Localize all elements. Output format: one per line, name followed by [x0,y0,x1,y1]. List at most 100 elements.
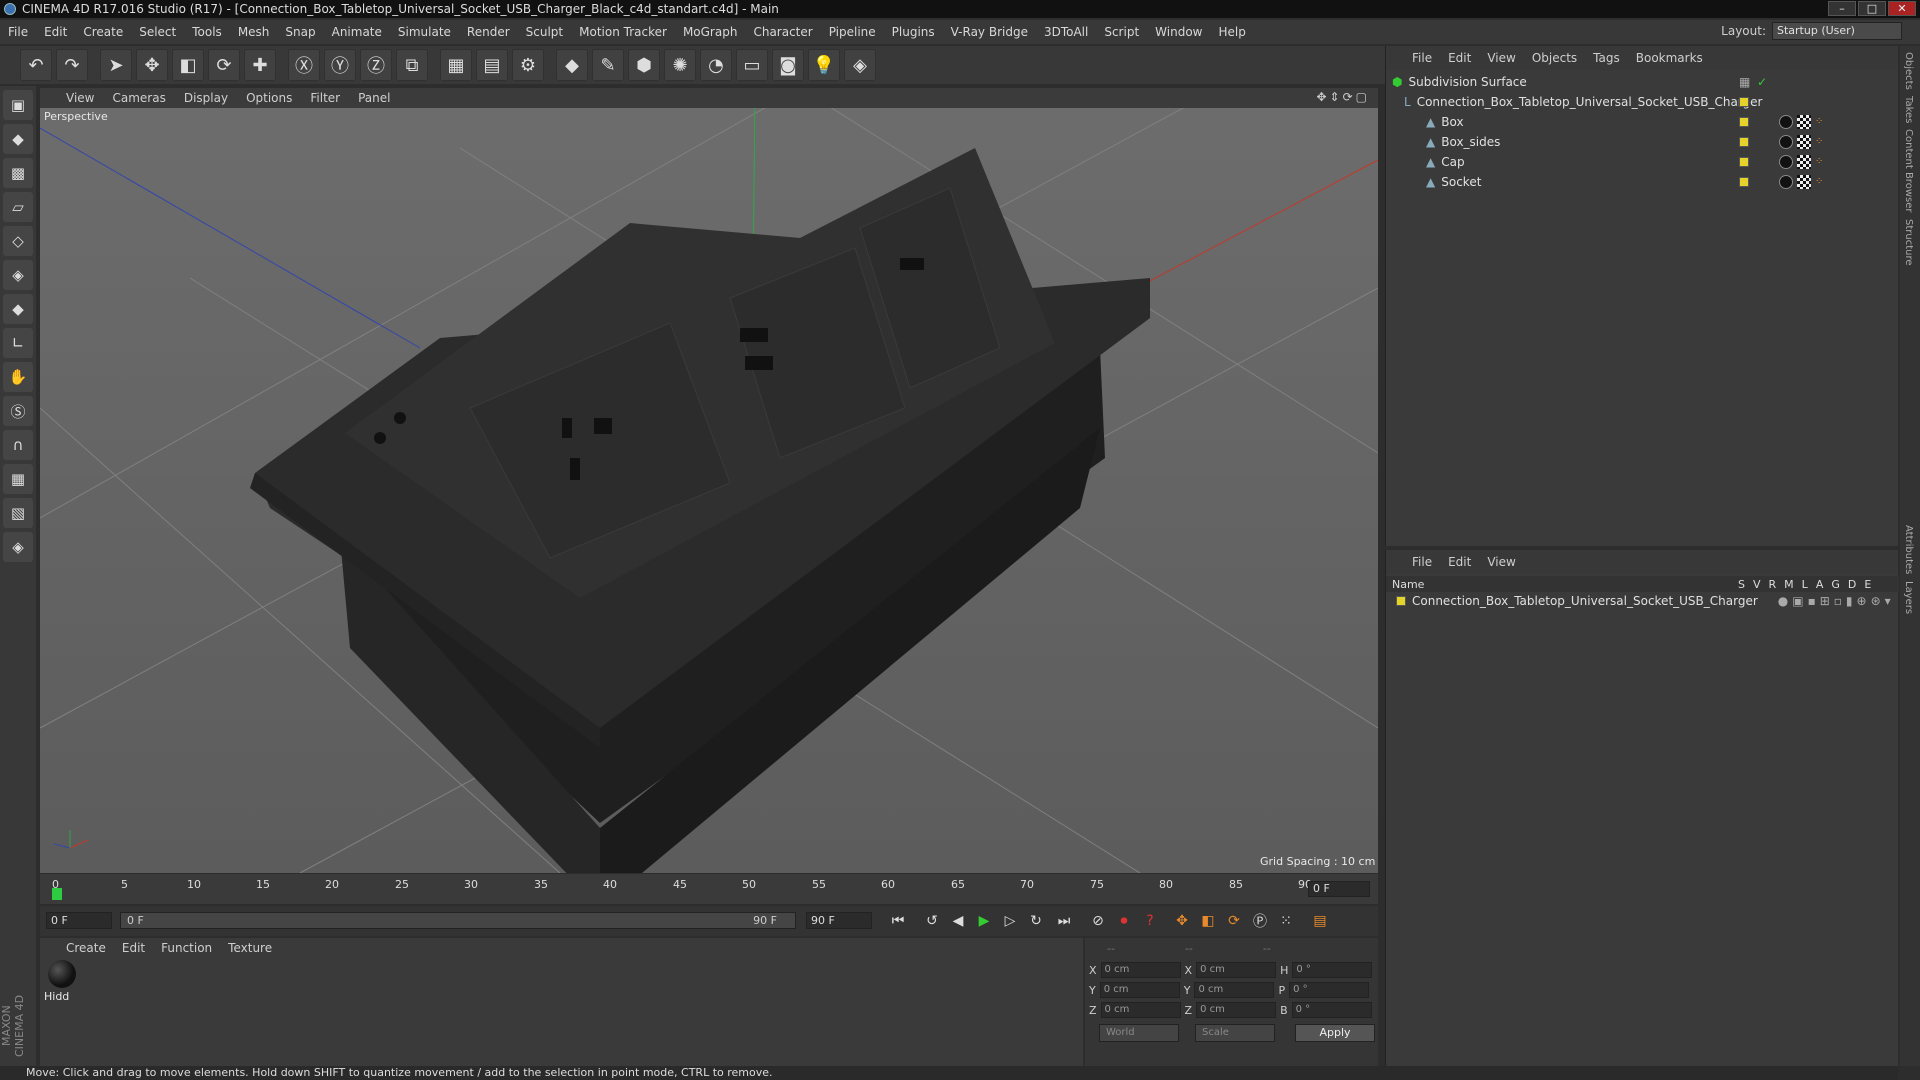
object-menu-edit[interactable]: Edit [1448,51,1471,65]
current-frame-field[interactable]: 0 F [1308,881,1370,897]
menu-file[interactable]: File [0,25,36,39]
move-tool-icon[interactable]: ✥ [136,49,168,81]
layer-menu-view[interactable]: View [1487,555,1515,569]
material-tag-icon[interactable] [1779,135,1793,149]
col-solo[interactable]: S [1738,578,1745,591]
menu-vray-bridge[interactable]: V-Ray Bridge [943,25,1036,39]
material-tag-icon[interactable] [1779,115,1793,129]
menu-edit[interactable]: Edit [36,25,75,39]
tab-content-browser[interactable]: Content Browser [1903,129,1914,212]
col-expressions[interactable]: E [1864,578,1871,591]
viewport-menu-filter[interactable]: Filter [310,91,340,105]
vertex-tag-icon[interactable]: ⁘ [1815,176,1825,188]
rotation-key-icon[interactable]: ⟳ [1222,910,1246,932]
texture-mode-icon[interactable]: ▩ [3,158,33,188]
maximize-button[interactable]: □ [1858,1,1886,16]
layer-menu-edit[interactable]: Edit [1448,555,1471,569]
col-view[interactable]: V [1753,578,1761,591]
object-menu-objects[interactable]: Objects [1532,51,1577,65]
coordinate-system-icon[interactable]: ⧉ [396,49,428,81]
layer-color-dot[interactable] [1739,157,1749,167]
menu-mograph[interactable]: MoGraph [675,25,746,39]
z-size-field[interactable]: 0 cm [1196,1002,1277,1018]
subdivision-surface-icon[interactable]: ⬢ [628,49,660,81]
scale-key-icon[interactable]: ◧ [1196,910,1220,932]
object-menu-view[interactable]: View [1487,51,1515,65]
material-menu-texture[interactable]: Texture [228,941,272,955]
3d-viewport[interactable] [40,88,1378,873]
viewport-menu-options[interactable]: Options [246,91,292,105]
next-key-icon[interactable]: ↻ [1024,910,1048,932]
next-frame-icon[interactable]: ▷ [998,910,1022,932]
menu-window[interactable]: Window [1147,25,1210,39]
menu-sculpt[interactable]: Sculpt [518,25,571,39]
tree-item[interactable]: ⬢ Subdivision Surface [1386,72,1736,92]
menu-character[interactable]: Character [745,25,820,39]
render-picture-viewer-icon[interactable]: ▤ [476,49,508,81]
timeline-window-icon[interactable]: ▤ [1308,910,1332,932]
col-manager[interactable]: M [1784,578,1794,591]
texture-tag-icon[interactable] [1797,115,1811,129]
close-button[interactable]: ✕ [1888,1,1916,16]
apply-button[interactable]: Apply [1295,1024,1375,1042]
layer-color-dot[interactable] [1739,137,1749,147]
horizontal-scrollbar[interactable] [1385,1066,1898,1080]
layer-menu-file[interactable]: File [1412,555,1432,569]
menu-simulate[interactable]: Simulate [390,25,459,39]
viewport-menu-view[interactable]: View [66,91,94,105]
viewport-menu-panel[interactable]: Panel [358,91,390,105]
timeline-ruler[interactable]: 0 5 10 15 20 25 30 35 40 45 50 55 60 65 … [40,874,1378,904]
menu-3dtoall[interactable]: 3DToAll [1036,25,1096,39]
workplane-lock-icon[interactable]: ▦ [3,464,33,494]
visibility-toggle-icon[interactable]: ▦ [1739,75,1753,89]
col-deformers[interactable]: D [1848,578,1856,591]
snap-icon[interactable]: Ⓢ [3,396,33,426]
python-script-icon[interactable]: ◈ [3,532,33,562]
layout-dropdown[interactable]: Startup (User) [1772,22,1902,40]
light-icon[interactable]: 💡 [808,49,840,81]
points-mode-icon[interactable]: ◇ [3,226,33,256]
tab-structure[interactable]: Structure [1903,219,1914,266]
menu-tools[interactable]: Tools [184,25,230,39]
axis-mode-icon[interactable]: ∟ [3,328,33,358]
layer-color-dot[interactable] [1739,117,1749,127]
tree-item[interactable]: ▲ Cap [1386,152,1736,172]
x-size-field[interactable]: 0 cm [1196,962,1277,978]
make-editable-icon[interactable]: ▣ [3,90,33,120]
tree-item[interactable]: L Connection_Box_Tabletop_Universal_Socke… [1386,92,1762,112]
end-frame-field[interactable]: 90 F [806,912,872,929]
viewport-menu-display[interactable]: Display [184,91,228,105]
tab-attributes[interactable]: Attributes [1903,525,1914,574]
camera-icon[interactable]: ◙ [772,49,804,81]
go-to-end-icon[interactable]: ⏭ [1052,910,1076,932]
live-selection-icon[interactable]: ✚ [244,49,276,81]
z-position-field[interactable]: 0 cm [1100,1002,1181,1018]
point-level-icon[interactable]: ⁙ [1274,910,1298,932]
y-position-field[interactable]: 0 cm [1099,982,1180,998]
playhead[interactable] [52,888,62,900]
tab-takes[interactable]: Takes [1903,96,1914,123]
autokey-icon[interactable]: ⏺ [1112,910,1136,932]
menu-render[interactable]: Render [459,25,518,39]
undo-icon[interactable]: ↶ [20,49,52,81]
model-mode-icon[interactable]: ◆ [3,124,33,154]
tree-item[interactable]: ▲ Socket [1386,172,1736,192]
y-axis-lock-icon[interactable]: Ⓨ [324,49,356,81]
menu-mesh[interactable]: Mesh [230,25,278,39]
start-frame-field[interactable]: 0 F [46,912,112,929]
scale-tool-icon[interactable]: ◧ [172,49,204,81]
tweak-mode-icon[interactable]: ✋ [3,362,33,392]
select-arrow-icon[interactable]: ➤ [100,49,132,81]
vertex-tag-icon[interactable]: ⁘ [1815,136,1825,148]
object-menu-file[interactable]: File [1412,51,1432,65]
coordinate-mode-dropdown[interactable]: World [1099,1024,1179,1042]
vertex-tag-icon[interactable]: ⁘ [1815,116,1825,128]
previous-frame-icon[interactable]: ◀ [946,910,970,932]
enabled-check-icon[interactable]: ✓ [1757,75,1767,89]
x-position-field[interactable]: 0 cm [1100,962,1181,978]
cube-primitive-icon[interactable]: ◆ [556,49,588,81]
vertex-tag-icon[interactable]: ⁘ [1815,156,1825,168]
col-render[interactable]: R [1769,578,1777,591]
go-to-start-icon[interactable]: ⏮ [886,910,910,932]
z-axis-lock-icon[interactable]: Ⓩ [360,49,392,81]
